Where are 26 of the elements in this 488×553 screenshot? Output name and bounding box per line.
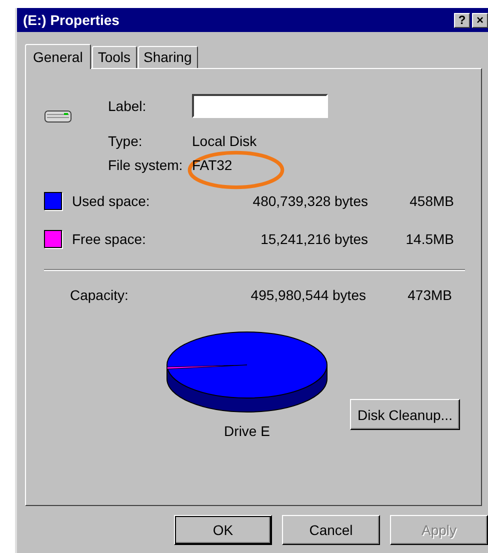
disk-cleanup-button[interactable]: Disk Cleanup... — [350, 399, 460, 430]
tab[interactable]: Sharing — [138, 46, 198, 68]
dialog-button[interactable]: OK — [174, 515, 272, 545]
label-caption: Label: — [108, 98, 148, 114]
dialog-button[interactable]: Cancel — [282, 515, 380, 545]
space-label: Used space: — [72, 193, 151, 209]
space-size: 458MB — [408, 193, 454, 209]
type-caption: Type: — [108, 133, 144, 149]
tab[interactable]: General — [25, 44, 91, 69]
file-system-value: FAT32 — [192, 157, 232, 173]
capacity-bytes: 495,980,544 bytes — [250, 287, 366, 303]
capacity-label: Capacity: — [70, 287, 130, 303]
window-title: (E:) Properties — [23, 12, 120, 28]
drive-icon — [44, 108, 72, 124]
type-value: Local Disk — [192, 133, 257, 149]
space-bytes: 15,241,216 bytes — [260, 231, 368, 247]
close-button[interactable]: × — [472, 12, 488, 28]
pie-caption: Drive E — [224, 423, 270, 439]
capacity-size: 473MB — [406, 287, 452, 303]
tab[interactable]: Tools — [92, 46, 136, 68]
space-label: Free space: — [72, 231, 147, 247]
file-system-caption: File system: — [108, 157, 184, 173]
label-input-field[interactable] — [192, 94, 328, 118]
help-button[interactable]: ? — [454, 12, 470, 28]
space-size: 14.5MB — [404, 231, 454, 247]
space-bytes: 480,739,328 bytes — [252, 193, 368, 209]
